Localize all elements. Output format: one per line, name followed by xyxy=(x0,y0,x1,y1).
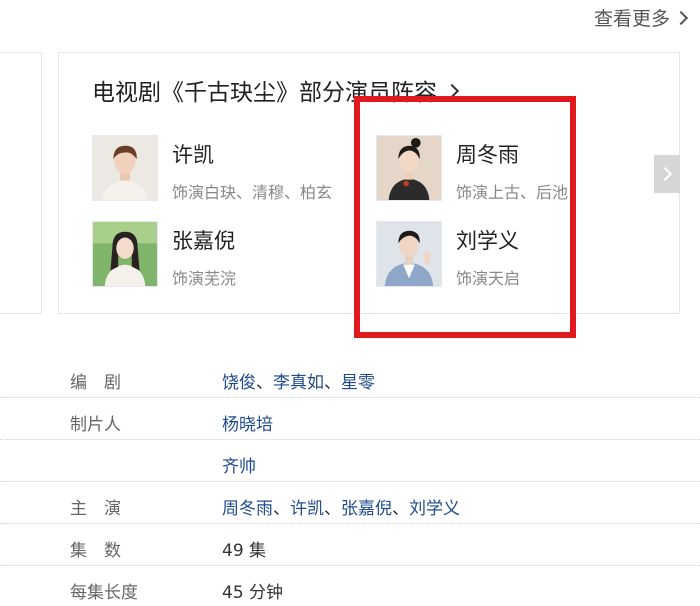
cast-member-xu-kai[interactable]: 许凯 饰演白玦、清穆、柏玄 xyxy=(92,135,350,203)
cast-member-name: 许凯 xyxy=(172,143,214,167)
avatar-xu-kai xyxy=(92,135,158,201)
cast-member-role: 饰演上古、后池 xyxy=(456,183,569,202)
info-value: 饶俊、李真如、星零 xyxy=(222,368,375,393)
cast-member-liu-xueyi[interactable]: 刘学义 饰演天启 xyxy=(376,221,520,289)
starring-link[interactable]: 许凯 xyxy=(290,499,324,519)
cast-title-link[interactable]: 电视剧《千古玦尘》部分演员阵容 xyxy=(92,73,460,107)
info-row-duration: 每集长度 45 分钟 xyxy=(0,566,700,606)
cast-member-name: 周冬雨 xyxy=(456,143,519,167)
info-row-starring: 主 演 周冬雨、许凯、张嘉倪、刘学义 xyxy=(0,482,700,524)
cast-member-role: 饰演天启 xyxy=(456,269,521,288)
next-page-button[interactable] xyxy=(654,155,680,193)
chevron-right-icon xyxy=(444,83,460,99)
screenwriter-link[interactable]: 星零 xyxy=(341,373,375,393)
cast-member-role: 饰演芜浣 xyxy=(172,269,237,288)
info-label: 制片人 xyxy=(70,415,121,435)
separator: 、 xyxy=(324,373,341,393)
info-label: 每集长度 xyxy=(70,583,138,603)
info-label: 主 演 xyxy=(70,499,121,519)
info-row-episodes: 集 数 49 集 xyxy=(0,524,700,566)
cast-member-zhou-dongyu[interactable]: 周冬雨 饰演上古、后池 xyxy=(376,135,592,203)
info-value: 杨晓培 xyxy=(222,410,273,435)
info-row-screenwriter: 编 剧 饶俊、李真如、星零 xyxy=(0,356,700,398)
cast-member-name: 刘学义 xyxy=(456,229,519,253)
cast-member-name: 张嘉倪 xyxy=(172,229,235,253)
screenwriter-link[interactable]: 饶俊 xyxy=(222,373,256,393)
info-row-producer-2: 齐帅 xyxy=(0,440,700,482)
info-label: 编 剧 xyxy=(70,373,121,393)
starring-link[interactable]: 周冬雨 xyxy=(222,499,273,519)
avatar-liu-xueyi xyxy=(376,221,442,287)
cast-card: 电视剧《千古玦尘》部分演员阵容 许凯 饰演白玦、清穆、柏玄 周冬雨 饰演上古、后… xyxy=(58,52,680,314)
separator: 、 xyxy=(256,373,273,393)
separator: 、 xyxy=(392,499,409,519)
info-label: 集 数 xyxy=(70,541,121,561)
separator: 、 xyxy=(324,499,341,519)
chevron-right-icon xyxy=(657,166,673,182)
screenwriter-link[interactable]: 李真如 xyxy=(273,373,324,393)
duration-value: 45 分钟 xyxy=(222,583,284,603)
chevron-right-icon xyxy=(673,10,689,26)
info-value: 齐帅 xyxy=(222,452,256,477)
starring-link[interactable]: 张嘉倪 xyxy=(341,499,392,519)
avatar-zhang-jiani xyxy=(92,221,158,287)
producer-link[interactable]: 齐帅 xyxy=(222,457,256,477)
producer-link[interactable]: 杨晓培 xyxy=(222,415,273,435)
info-row-producer: 制片人 杨晓培 xyxy=(0,398,700,440)
info-value: 周冬雨、许凯、张嘉倪、刘学义 xyxy=(222,494,460,519)
previous-card-edge xyxy=(0,52,42,314)
cast-title: 电视剧《千古玦尘》部分演员阵容 xyxy=(92,80,437,106)
separator: 、 xyxy=(273,499,290,519)
info-table: 编 剧 饶俊、李真如、星零 制片人 杨晓培 齐帅 主 演 周冬雨、许凯、张嘉倪、… xyxy=(0,356,700,606)
episodes-value: 49 集 xyxy=(222,541,267,561)
see-more-link[interactable]: 查看更多 xyxy=(593,4,689,31)
see-more-label: 查看更多 xyxy=(593,8,670,30)
cast-member-zhang-jiani[interactable]: 张嘉倪 饰演芜浣 xyxy=(92,221,236,289)
cast-member-role: 饰演白玦、清穆、柏玄 xyxy=(172,183,333,202)
starring-link[interactable]: 刘学义 xyxy=(409,499,460,519)
avatar-zhou-dongyu xyxy=(376,135,442,201)
